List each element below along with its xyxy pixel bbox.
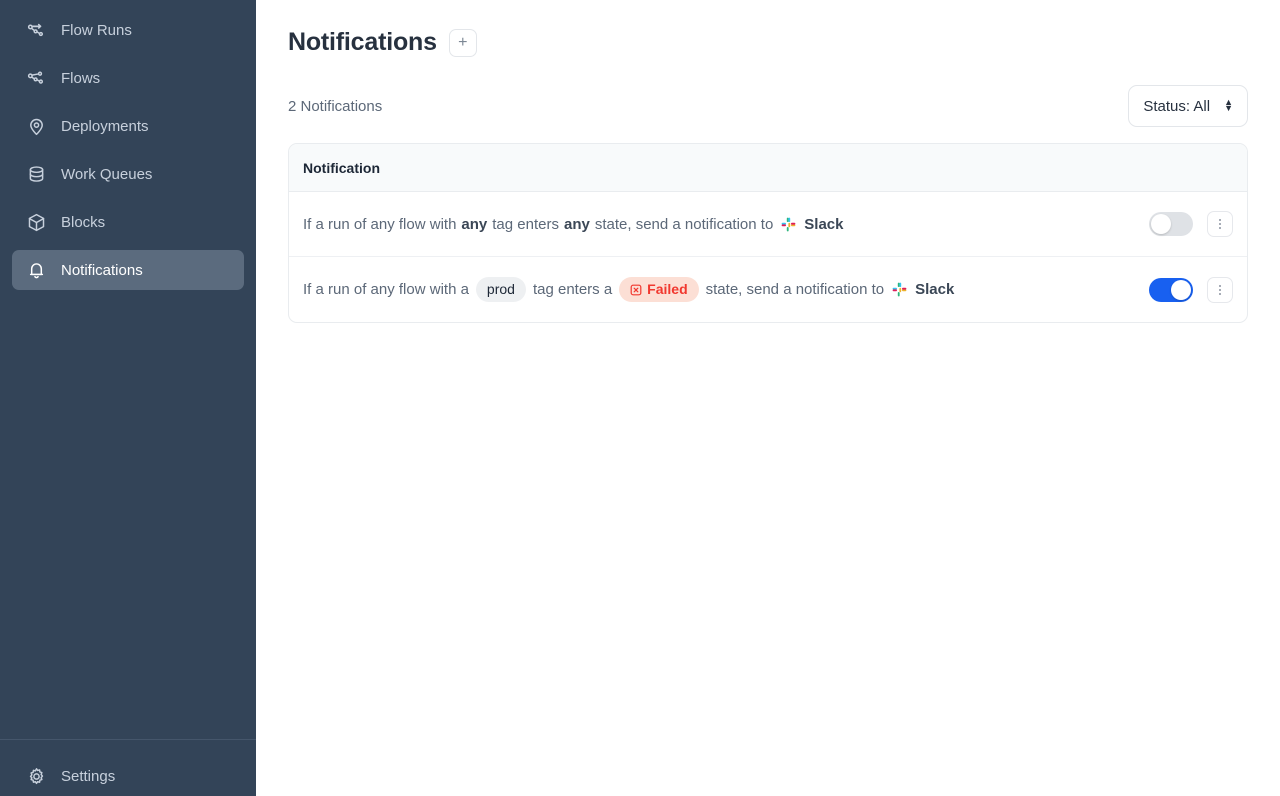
sidebar-item-label: Settings	[61, 767, 116, 785]
dot	[1219, 223, 1221, 225]
notification-description: If a run of any flow with any tag enters…	[303, 214, 844, 235]
notification-toggle[interactable]	[1149, 212, 1193, 236]
slack-icon	[891, 281, 908, 298]
sidebar-item-flows[interactable]: Flows	[12, 58, 244, 98]
text-mid-2: state, send a notification to	[594, 215, 774, 233]
sidebar-item-label: Work Queues	[61, 165, 153, 183]
notification-description: If a run of any flow with a prod tag ent…	[303, 276, 954, 303]
app-root: Flow Runs Flows Deployments Work Queues …	[0, 0, 1280, 796]
main-content: Notifications + 2 Notifications Status: …	[256, 0, 1280, 796]
state-badge: Failed	[619, 276, 699, 303]
blocks-icon	[26, 212, 47, 233]
toggle-knob	[1151, 214, 1171, 234]
notification-toggle[interactable]	[1149, 277, 1193, 302]
sidebar-item-blocks[interactable]: Blocks	[12, 202, 244, 242]
dot	[1219, 288, 1221, 291]
sidebar-nav-list: Flow Runs Flows Deployments Work Queues …	[0, 10, 256, 298]
sidebar-item-label: Flow Runs	[61, 21, 132, 39]
toggle-knob	[1171, 279, 1191, 300]
text-prefix: If a run of any flow with a	[303, 281, 469, 298]
notifications-table: Notification If a run of any flow with a…	[288, 143, 1248, 323]
bell-icon	[26, 260, 47, 281]
sidebar-item-settings[interactable]: Settings	[12, 756, 244, 796]
text-mid-1: tag enters a	[532, 281, 613, 298]
row-actions	[1149, 211, 1233, 237]
notification-count: 2 Notifications	[288, 97, 383, 115]
column-header-notification: Notification	[303, 159, 380, 176]
sidebar-item-work-queues[interactable]: Work Queues	[12, 154, 244, 194]
row-menu-button[interactable]	[1207, 211, 1233, 237]
sidebar: Flow Runs Flows Deployments Work Queues …	[0, 0, 256, 796]
table-header-row: Notification	[289, 144, 1247, 192]
sidebar-footer: Settings	[0, 739, 256, 796]
sidebar-item-label: Notifications	[61, 261, 143, 279]
sink-name: Slack	[915, 281, 955, 298]
failed-x-icon	[630, 284, 642, 296]
add-notification-button[interactable]: +	[448, 28, 477, 57]
sidebar-item-label: Blocks	[61, 213, 106, 231]
state-label: Failed	[647, 280, 688, 297]
row-actions	[1149, 276, 1233, 303]
chevron-updown-icon: ▲ ▼	[1224, 97, 1233, 113]
tag-value: any	[461, 215, 488, 233]
status-filter-label: Status: All	[1143, 97, 1211, 115]
tag-pill: prod	[475, 276, 526, 303]
gear-icon	[26, 766, 47, 787]
notification-sink: Slack	[780, 214, 844, 235]
work-queues-icon	[26, 164, 47, 185]
table-row: If a run of any flow with a prod tag ent…	[289, 257, 1247, 322]
dot	[1219, 219, 1221, 221]
slack-icon	[780, 216, 797, 233]
dot	[1219, 227, 1221, 229]
state-value: any	[563, 215, 590, 233]
sink-name: Slack	[804, 215, 844, 233]
flows-icon	[26, 68, 47, 89]
text-prefix: If a run of any flow with	[303, 215, 457, 233]
text-mid-1: tag enters	[492, 215, 559, 233]
notification-sink: Slack	[891, 279, 954, 300]
dot	[1219, 292, 1221, 295]
flow-runs-icon	[26, 20, 47, 41]
page-header: Notifications +	[288, 0, 1248, 57]
deployments-icon	[26, 116, 47, 137]
sidebar-item-notifications[interactable]: Notifications	[12, 250, 244, 290]
dot	[1219, 284, 1221, 287]
sidebar-item-label: Deployments	[61, 117, 149, 135]
row-menu-button[interactable]	[1207, 276, 1233, 303]
status-filter-select[interactable]: Status: All ▲ ▼	[1128, 85, 1248, 127]
sidebar-item-flow-runs[interactable]: Flow Runs	[12, 10, 244, 50]
page-title: Notifications	[288, 28, 437, 56]
toolbar: 2 Notifications Status: All ▲ ▼	[288, 85, 1248, 127]
text-mid-2: state, send a notification to	[705, 281, 885, 298]
sidebar-item-label: Flows	[61, 69, 101, 87]
table-row: If a run of any flow with any tag enters…	[289, 192, 1247, 257]
sidebar-item-deployments[interactable]: Deployments	[12, 106, 244, 146]
